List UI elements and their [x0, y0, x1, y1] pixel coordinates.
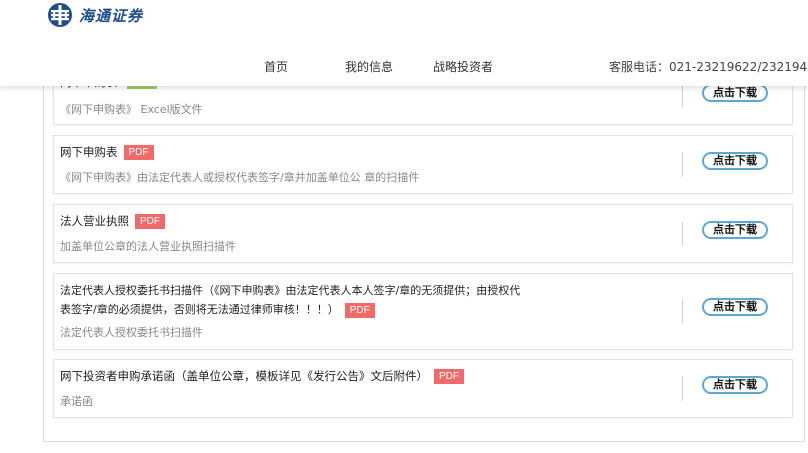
pdf-badge: PDF — [434, 369, 464, 384]
site-header: 海通证券 首页 我的信息 战略投资者 客服电话：021-23219622/232… — [0, 0, 808, 86]
haitong-logo[interactable]: 海通证券 — [47, 0, 143, 30]
card-title: 法定代表人授权委托书扫描件（《网下申购表》由法定代表人本人签字/章的无须提供；由… — [60, 284, 521, 318]
card-desc: 加盖单位公章的法人营业执照扫描件 — [60, 240, 236, 253]
divider — [682, 83, 683, 107]
card-desc: 《网下申购表》 Excel版文件 — [60, 103, 203, 116]
file-card-commitment-letter: 网下投资者申购承诺函（盖单位公章，模板详见《发行公告》文后附件） PDF 承诺函 … — [53, 359, 793, 418]
nav-my-info[interactable]: 我的信息 — [345, 58, 393, 75]
card-title: 法人营业执照 PDF — [60, 212, 165, 231]
download-button[interactable]: 点击下载 — [702, 84, 768, 102]
divider — [682, 222, 683, 246]
file-card-business-license: 法人营业执照 PDF 加盖单位公章的法人营业执照扫描件 点击下载 — [53, 204, 793, 263]
download-button[interactable]: 点击下载 — [702, 376, 768, 394]
pdf-badge: PDF — [135, 214, 165, 229]
logo-text: 海通证券 — [79, 6, 144, 25]
divider — [682, 299, 683, 323]
haitong-logo-icon — [48, 3, 72, 27]
service-hotline: 客服电话：021-23219622/23219496/2 — [609, 60, 808, 74]
pdf-badge: PDF — [123, 145, 154, 160]
download-button[interactable]: 点击下载 — [702, 152, 768, 170]
card-desc: 《网下申购表》由法定代表人或授权代表签字/章并加盖单位公 章的扫描件 — [60, 171, 420, 184]
nav-strategic-investor[interactable]: 战略投资者 — [433, 58, 493, 75]
card-title: 网下投资者申购承诺函（盖单位公章，模板详见《发行公告》文后附件） PDF — [60, 367, 464, 386]
card-desc: 承诺函 — [60, 395, 93, 408]
card-title: 网下申购表 PDF — [60, 143, 154, 162]
download-button[interactable]: 点击下载 — [702, 221, 768, 239]
download-button[interactable]: 点击下载 — [702, 298, 768, 316]
nav-home[interactable]: 首页 — [264, 58, 288, 75]
pdf-badge: PDF — [344, 302, 375, 318]
divider — [682, 153, 683, 177]
divider — [682, 377, 683, 401]
file-card-power-of-attorney: 法定代表人授权委托书扫描件（《网下申购表》由法定代表人本人签字/章的无须提供；由… — [53, 273, 793, 350]
file-card-subscription-form: 网下申购表 PDF 《网下申购表》由法定代表人或授权代表签字/章并加盖单位公 章的… — [53, 135, 793, 194]
card-desc: 法定代表人授权委托书扫描件 — [60, 326, 203, 339]
